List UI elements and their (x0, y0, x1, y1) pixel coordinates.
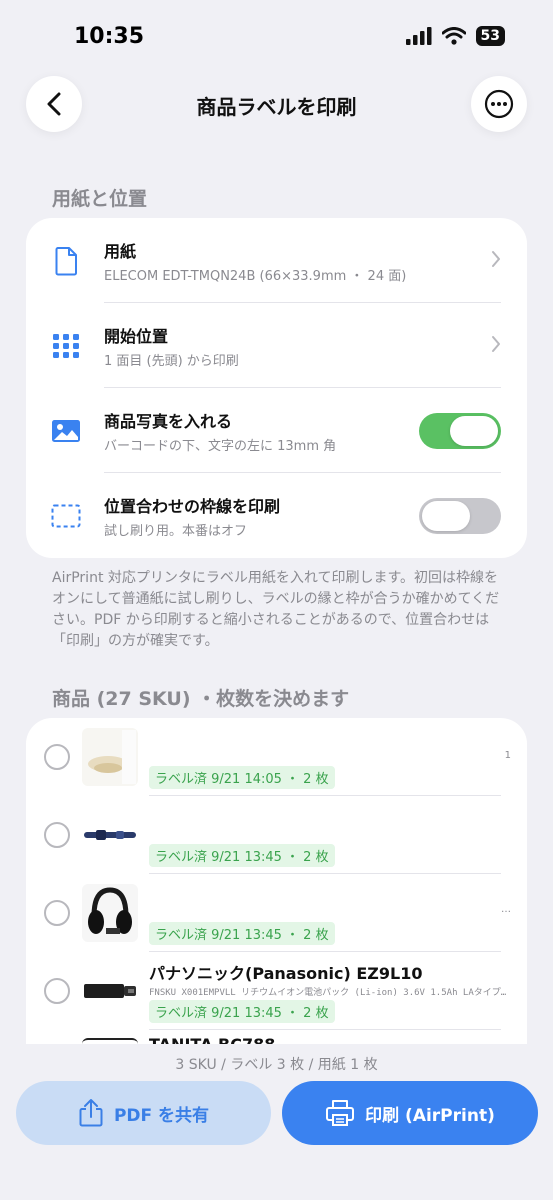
status-bar: 10:35 53 (0, 0, 553, 70)
labeled-badge: ラベル済 9/21 14:05 ・ 2 枚 (149, 766, 335, 789)
select-radio[interactable] (44, 822, 70, 848)
print-note: AirPrint 対応プリンタにラベル用紙を入れて印刷します。初回は枠線をオンに… (52, 570, 500, 649)
product-image (82, 884, 138, 942)
photo-label: 商品写真を入れる (104, 412, 233, 431)
dashed-frame-icon (51, 504, 81, 528)
selection-summary: 3 SKU / ラベル 3 枚 / 用紙 1 枚 (175, 1057, 378, 1073)
labeled-badge: ラベル済 9/21 13:45 ・ 2 枚 (149, 922, 335, 945)
nav-bar: 商品ラベルを印刷 (0, 76, 553, 132)
product-image (82, 728, 138, 786)
share-pdf-label: PDF を共有 (113, 1105, 210, 1126)
product-sku: FNSKU X001EMPVLL リチウムイオン電池パック (Li-ion) 3… (149, 988, 507, 998)
grid-icon (53, 334, 79, 358)
row-mark: 1 (504, 750, 511, 761)
start-position-value: 1 面目 (先頭) から印刷 (104, 354, 239, 369)
product-row[interactable]: TANITA BC788 (26, 1030, 527, 1044)
share-icon (79, 1099, 103, 1127)
paper-label: 用紙 (104, 242, 137, 261)
battery-indicator: 53 (475, 26, 505, 46)
chevron-right-icon (492, 251, 500, 267)
product-thumbnail (82, 1038, 138, 1044)
more-button[interactable] (471, 76, 527, 132)
share-pdf-button[interactable]: PDF を共有 (16, 1081, 271, 1145)
status-icons: 53 (405, 26, 505, 46)
print-label: 印刷 (AirPrint) (365, 1105, 495, 1126)
printer-icon (326, 1100, 355, 1126)
toggle-knob (450, 416, 498, 446)
start-position-row[interactable]: 開始位置 1 面目 (先頭) から印刷 (26, 303, 527, 388)
border-row: 位置合わせの枠線を印刷 試し刷り用。本番はオフ (26, 473, 527, 558)
product-name: パナソニック(Panasonic) EZ9L10 (149, 964, 423, 983)
labeled-badge: ラベル済 9/21 13:45 ・ 2 枚 (149, 844, 335, 867)
paper-value: ELECOM EDT-TMQN24B (66×33.9mm ・ 24 面) (104, 269, 407, 284)
toggle-knob (422, 501, 470, 531)
product-thumbnail (82, 806, 138, 864)
document-icon (55, 247, 77, 276)
settings-section-header: 用紙と位置 (52, 188, 148, 210)
row-mark: … (501, 904, 511, 915)
products-section-header: 商品 (27 SKU) ・枚数を決めます (52, 688, 350, 710)
select-radio[interactable] (44, 978, 70, 1004)
status-time: 10:35 (74, 24, 145, 49)
select-radio[interactable] (44, 900, 70, 926)
border-label: 位置合わせの枠線を印刷 (104, 497, 281, 516)
product-row[interactable]: パナソニック(Panasonic) EZ9L10 FNSKU X001EMPVL… (26, 952, 527, 1030)
settings-card: 用紙 ELECOM EDT-TMQN24B (66×33.9mm ・ 24 面)… (26, 218, 527, 558)
photo-row: 商品写真を入れる バーコードの下、文字の左に 13mm 角 (26, 388, 527, 473)
border-toggle[interactable] (419, 498, 501, 534)
product-thumbnail (82, 884, 138, 942)
product-image (82, 962, 138, 1020)
photo-toggle[interactable] (419, 413, 501, 449)
labeled-badge: ラベル済 9/21 13:45 ・ 2 枚 (149, 1000, 335, 1023)
product-row[interactable]: ラベル済 9/21 13:45 ・ 2 枚 (26, 796, 527, 874)
paper-row[interactable]: 用紙 ELECOM EDT-TMQN24B (66×33.9mm ・ 24 面) (26, 218, 527, 303)
chevron-right-icon (492, 336, 500, 352)
product-row[interactable]: ラベル済 9/21 13:45 ・ 2 枚 … (26, 874, 527, 952)
product-image (82, 806, 138, 864)
photo-desc: バーコードの下、文字の左に 13mm 角 (104, 439, 337, 454)
start-position-label: 開始位置 (104, 327, 169, 346)
product-thumbnail (82, 728, 138, 786)
signal-icon (405, 27, 432, 45)
product-name: TANITA BC788 (149, 1035, 275, 1044)
products-card: ラベル済 9/21 14:05 ・ 2 枚 1 ラベル済 9/21 13:45 … (26, 718, 527, 1044)
product-row[interactable]: ラベル済 9/21 14:05 ・ 2 枚 1 (26, 718, 527, 796)
product-thumbnail (82, 962, 138, 1020)
wifi-icon (441, 27, 466, 45)
photo-icon (52, 420, 80, 442)
more-icon (484, 89, 514, 119)
border-desc: 試し刷り用。本番はオフ (104, 524, 248, 539)
select-radio[interactable] (44, 744, 70, 770)
print-button[interactable]: 印刷 (AirPrint) (282, 1081, 538, 1145)
